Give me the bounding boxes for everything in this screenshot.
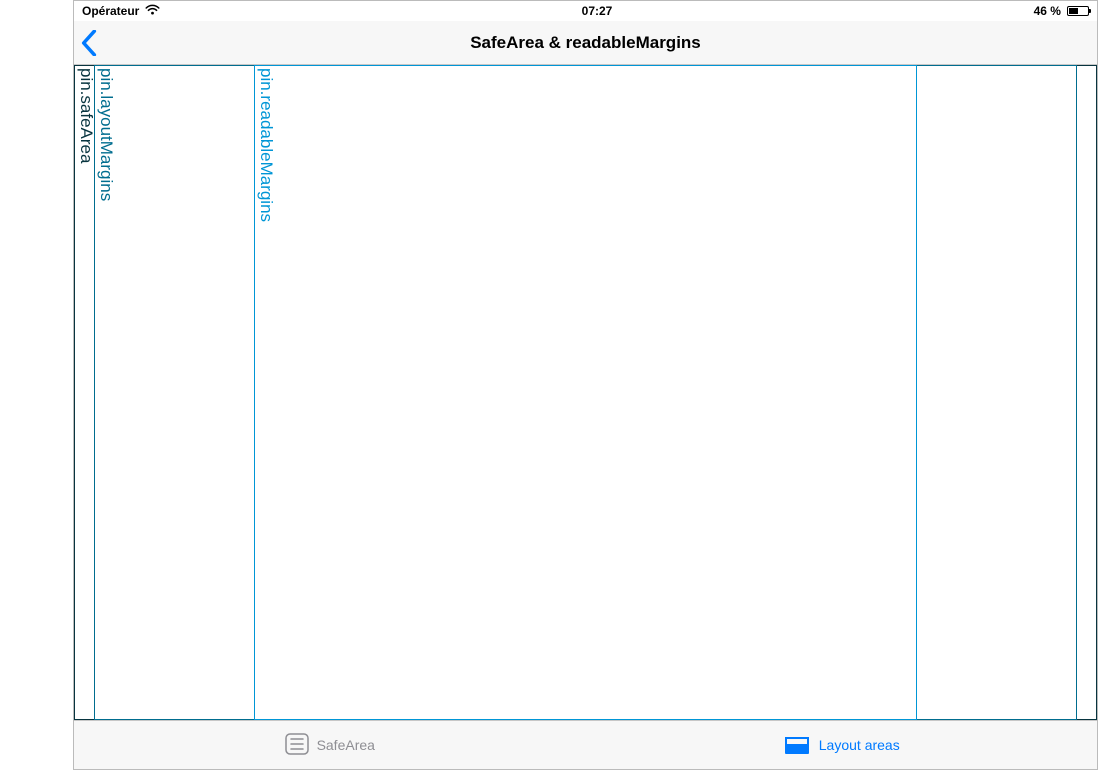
readable-label: pin.readableMargins <box>258 68 275 222</box>
tray-icon <box>783 735 811 755</box>
tab-safearea-label: SafeArea <box>317 737 375 753</box>
tab-bar: SafeArea Layout areas <box>74 720 1097 769</box>
readable-guide: pin.readableMargins <box>254 65 917 720</box>
content-area: pin.safeArea pin.layoutMargins pin.reada… <box>74 65 1097 720</box>
battery-icon <box>1065 6 1089 16</box>
tab-safearea[interactable]: SafeArea <box>74 721 586 769</box>
wifi-icon <box>145 4 160 18</box>
status-time: 07:27 <box>582 4 613 18</box>
battery-fill <box>1069 8 1078 14</box>
list-icon <box>285 733 309 758</box>
status-bar: Opérateur 07:27 46 % <box>74 1 1097 21</box>
ipad-viewport: Opérateur 07:27 46 % SafeArea & readable <box>73 0 1098 770</box>
chevron-left-icon <box>80 30 98 56</box>
navigation-title: SafeArea & readableMargins <box>470 33 701 53</box>
tab-layoutareas[interactable]: Layout areas <box>586 721 1098 769</box>
tab-layoutareas-label: Layout areas <box>819 737 900 753</box>
navigation-bar: SafeArea & readableMargins <box>74 21 1097 65</box>
status-battery-text: 46 % <box>1034 4 1061 18</box>
status-carrier: Opérateur <box>82 4 139 18</box>
back-button[interactable] <box>80 21 98 64</box>
layoutmargins-label: pin.layoutMargins <box>98 68 115 201</box>
safearea-label: pin.safeArea <box>78 68 95 163</box>
